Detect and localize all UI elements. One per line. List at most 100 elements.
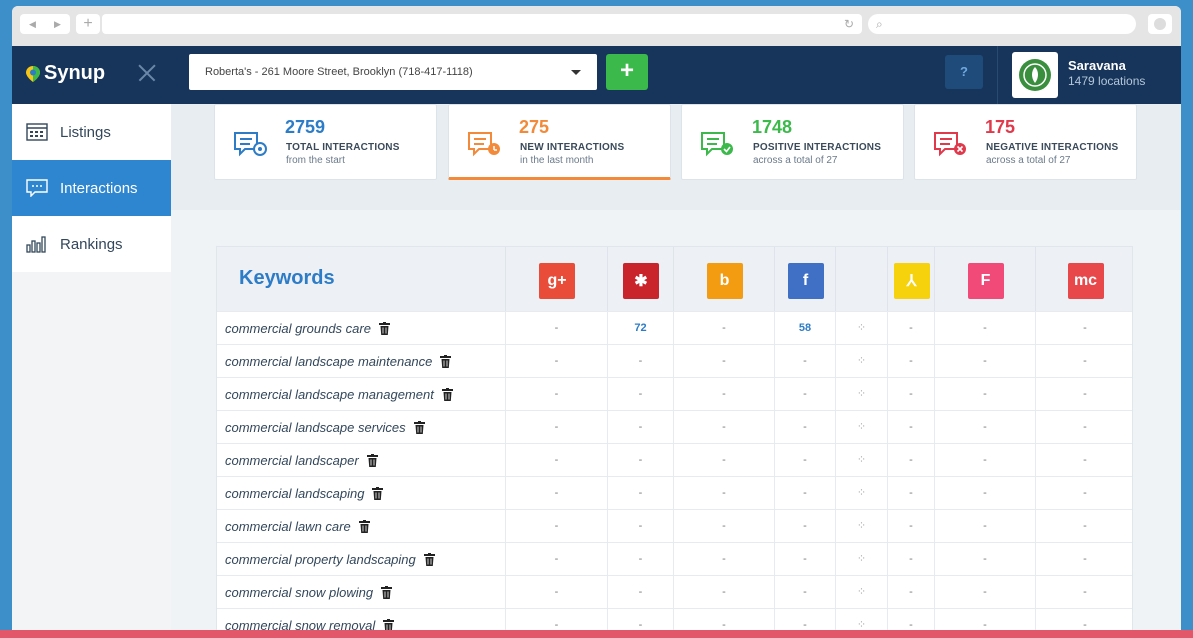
table-row: commercial snow plowing - - - - ⁘ - - - xyxy=(217,575,1132,609)
help-button[interactable]: ? xyxy=(945,55,983,89)
stat-card-negative[interactable]: 175 NEGATIVE INTERACTIONS across a total… xyxy=(914,104,1137,180)
stat-card-total[interactable]: 2759 TOTAL INTERACTIONS from the start xyxy=(214,104,437,180)
table-row: commercial property landscaping - - - - ⁘ - - - xyxy=(217,542,1132,576)
search-icon: ⌕ xyxy=(876,17,883,31)
app: Synup Listings Interactions Rankings Rob… xyxy=(12,46,1181,638)
foursquare-icon[interactable]: F xyxy=(967,263,1004,299)
interaction-count-cell: - xyxy=(505,345,607,378)
interaction-count-cell: - xyxy=(607,543,673,576)
interaction-count-cell: - xyxy=(934,477,1035,510)
sidebar-item-label: Rankings xyxy=(60,235,123,253)
interaction-count-cell: - xyxy=(934,510,1035,543)
interaction-count-cell: - xyxy=(505,543,607,576)
interaction-count-cell: - xyxy=(505,444,607,477)
stat-value: 175 xyxy=(985,117,1016,137)
browser-nav-buttons: ◀ ▶ xyxy=(20,14,70,34)
trash-icon[interactable] xyxy=(358,520,370,533)
interaction-count-cell: - xyxy=(673,444,774,477)
stat-value: 275 xyxy=(519,117,550,137)
keyword-cell: commercial property landscaping xyxy=(225,552,435,567)
keyword-text: commercial landscape management xyxy=(225,387,434,402)
synup-logo[interactable]: Synup xyxy=(26,62,105,85)
rankings-icon xyxy=(26,236,46,253)
stat-value: 2759 xyxy=(285,117,326,137)
keyword-cell: commercial landscaper xyxy=(225,453,378,468)
synup-pin-icon xyxy=(26,65,40,82)
stat-subtitle: across a total of 27 xyxy=(986,155,1071,166)
table-header: Keywords g+ ✱ b f ⅄ Fmc xyxy=(217,247,1132,311)
logo-text: Synup xyxy=(44,62,106,84)
sidebar-item-interactions[interactable]: Interactions xyxy=(12,160,171,216)
keyword-text: commercial grounds care xyxy=(225,321,371,336)
interaction-count-cell: - xyxy=(673,345,774,378)
interaction-count-cell: - xyxy=(887,345,934,378)
source-column-facebook: f xyxy=(774,247,835,311)
interaction-count-cell: - xyxy=(607,378,673,411)
yellowpages-icon[interactable]: ⅄ xyxy=(893,263,930,299)
yelp-icon[interactable]: ✱ xyxy=(623,263,659,299)
url-bar[interactable]: ↻ xyxy=(102,14,862,34)
interaction-count-cell: - xyxy=(607,444,673,477)
trash-icon[interactable] xyxy=(413,421,425,434)
google-plus-icon[interactable]: g+ xyxy=(539,263,575,299)
user-profile[interactable]: Saravana 1479 locations xyxy=(997,46,1181,104)
trash-icon[interactable] xyxy=(372,487,384,500)
merchantcircle-icon[interactable]: mc xyxy=(1067,263,1104,299)
source-column-foursquare: F xyxy=(934,247,1035,311)
facebook-icon[interactable]: f xyxy=(787,263,824,299)
interaction-count-cell: - xyxy=(607,411,673,444)
negative-interactions-icon xyxy=(934,132,966,157)
keywords-table: Keywords g+ ✱ b f ⅄ Fmc commercial grounds ca… xyxy=(216,246,1133,638)
interaction-count-cell[interactable]: 58 xyxy=(774,312,835,345)
add-location-button[interactable]: + xyxy=(606,54,648,90)
sidebar-item-rankings[interactable]: Rankings xyxy=(12,216,171,272)
keyword-text: commercial landscaping xyxy=(225,486,365,501)
interaction-count-cell: - xyxy=(1035,312,1134,345)
close-sidebar-icon[interactable] xyxy=(136,62,158,84)
main-content: 2759 TOTAL INTERACTIONS from the start 2… xyxy=(171,104,1181,638)
back-icon[interactable]: ◀ xyxy=(20,14,45,34)
bing-icon[interactable]: b xyxy=(706,263,743,299)
sidebar-item-listings[interactable]: Listings xyxy=(12,104,171,160)
keyword-cell: commercial landscaping xyxy=(225,486,384,501)
trash-icon[interactable] xyxy=(440,355,452,368)
loading-spinner-icon: ⁘ xyxy=(835,477,887,510)
interaction-count-cell[interactable]: 72 xyxy=(607,312,673,345)
table-row: commercial landscaper - - - - ⁘ - - - xyxy=(217,443,1132,477)
interaction-count-cell: - xyxy=(673,477,774,510)
location-select[interactable]: Roberta's - 261 Moore Street, Brooklyn (… xyxy=(189,54,597,90)
interaction-count-cell: - xyxy=(887,378,934,411)
trash-icon[interactable] xyxy=(441,388,453,401)
interaction-count-cell: - xyxy=(505,576,607,609)
interaction-count-cell: - xyxy=(1035,477,1134,510)
stat-card-positive[interactable]: 1748 POSITIVE INTERACTIONS across a tota… xyxy=(681,104,904,180)
reload-icon[interactable]: ↻ xyxy=(844,17,854,31)
new-tab-button[interactable]: + xyxy=(76,14,100,34)
keyword-cell: commercial grounds care xyxy=(225,321,390,336)
table-row: commercial landscape services - - - - ⁘ - - - xyxy=(217,410,1132,444)
table-body: commercial grounds care -72-58 ⁘ - - - commerc… xyxy=(217,311,1132,638)
location-select-value: Roberta's - 261 Moore Street, Brooklyn (… xyxy=(205,66,473,78)
trash-icon[interactable] xyxy=(378,322,390,335)
user-location-count: 1479 locations xyxy=(1068,74,1146,88)
browser-search-bar[interactable]: ⌕ xyxy=(868,14,1136,34)
keyword-cell: commercial lawn care xyxy=(225,519,370,534)
interaction-count-cell: - xyxy=(607,510,673,543)
browser-chrome: ◀ ▶ + ↻ ⌕ xyxy=(12,6,1181,46)
stat-card-new[interactable]: 275 NEW INTERACTIONS in the last month xyxy=(448,104,671,180)
chevron-down-icon xyxy=(571,70,581,75)
keywords-title: Keywords xyxy=(239,267,335,289)
interaction-count-cell: - xyxy=(505,477,607,510)
forward-icon[interactable]: ▶ xyxy=(45,14,70,34)
interaction-count-cell: - xyxy=(774,444,835,477)
table-row: commercial landscaping - - - - ⁘ - - - xyxy=(217,476,1134,510)
trash-icon[interactable] xyxy=(423,553,435,566)
interaction-count-cell: - xyxy=(774,510,835,543)
trash-icon[interactable] xyxy=(366,454,378,467)
stat-subtitle: in the last month xyxy=(520,155,594,166)
browser-menu-button[interactable] xyxy=(1148,14,1172,34)
interaction-count-cell: - xyxy=(887,510,934,543)
source-column-google-plus: g+ xyxy=(505,247,607,311)
keyword-text: commercial landscape services xyxy=(225,420,406,435)
trash-icon[interactable] xyxy=(381,586,393,599)
